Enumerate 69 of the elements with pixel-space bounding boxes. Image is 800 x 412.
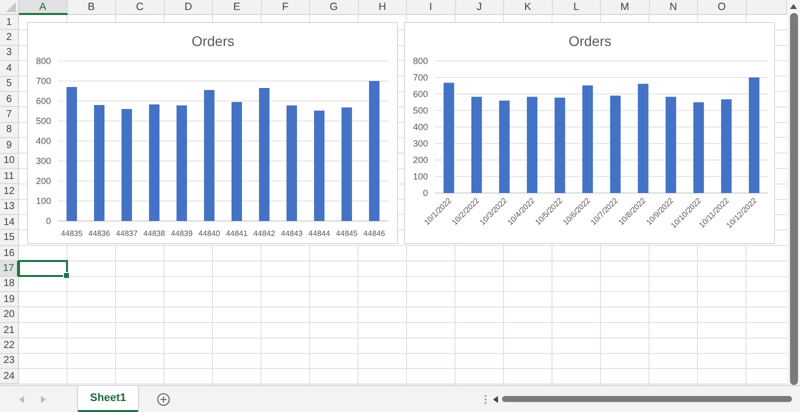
axis-tick-label: 500: [412, 106, 428, 116]
row-header[interactable]: 14: [0, 215, 19, 230]
row-header[interactable]: 19: [0, 292, 19, 308]
row-header[interactable]: 21: [0, 322, 19, 338]
axis-tick-label: 700: [36, 76, 51, 86]
row-header[interactable]: 15: [0, 230, 19, 246]
axis-tick-label: 0: [46, 216, 51, 226]
column-header[interactable]: D: [164, 0, 213, 15]
row-header[interactable]: 8: [0, 122, 19, 138]
column-header[interactable]: G: [310, 0, 358, 15]
column-header[interactable]: B: [68, 0, 116, 15]
row-header[interactable]: 7: [0, 107, 19, 123]
axis-tick-label: 800: [412, 56, 428, 66]
row-header[interactable]: 1: [0, 15, 19, 30]
chart-title: Orders: [568, 33, 612, 49]
axis-tick-label: 0: [422, 188, 428, 198]
row-header[interactable]: 9: [0, 138, 19, 154]
axis-tick-label: 600: [412, 89, 428, 99]
axis-tick-label: 200: [36, 176, 51, 186]
row-header[interactable]: 13: [0, 200, 19, 216]
axis-tick-label: 300: [412, 138, 428, 148]
row-header[interactable]: 18: [0, 276, 19, 292]
column-header[interactable]: A: [19, 0, 68, 15]
row-header[interactable]: 24: [0, 368, 19, 384]
row-header[interactable]: 17: [0, 261, 19, 277]
previous-sheet-icon[interactable]: [19, 396, 24, 402]
column-header[interactable]: F: [262, 0, 310, 15]
next-sheet-icon[interactable]: [41, 396, 46, 402]
column-header[interactable]: L: [552, 0, 601, 15]
selected-cell[interactable]: [18, 260, 68, 277]
row-header[interactable]: 6: [0, 92, 19, 108]
column-header[interactable]: N: [650, 0, 698, 15]
row-header[interactable]: 16: [0, 246, 19, 262]
axis-tick-label: 100: [412, 172, 428, 182]
scroll-left-icon[interactable]: [493, 396, 498, 402]
vertical-scrollbar-thumb[interactable]: [790, 13, 798, 385]
column-header[interactable]: H: [358, 0, 407, 15]
column-header[interactable]: E: [213, 0, 262, 15]
row-header[interactable]: 10: [0, 154, 19, 169]
row-header[interactable]: 20: [0, 307, 19, 323]
row-header[interactable]: 12: [0, 184, 19, 200]
column-header[interactable]: K: [504, 0, 552, 15]
axis-tick-label: 400: [36, 136, 51, 146]
axis-tick-label: 300: [36, 156, 51, 166]
column-header[interactable]: O: [698, 0, 746, 15]
row-header[interactable]: 5: [0, 76, 19, 92]
axis-tick-label: 600: [36, 96, 51, 106]
axis-tick-label: 700: [412, 72, 428, 82]
axis-tick-label: 100: [36, 196, 51, 206]
row-header[interactable]: 22: [0, 338, 19, 354]
column-header[interactable]: C: [116, 0, 164, 15]
column-header[interactable]: J: [456, 0, 504, 15]
more-icon[interactable]: [484, 394, 487, 404]
axis-tick-label: 800: [36, 56, 51, 66]
axis-tick-label: 200: [412, 155, 428, 165]
axis-tick-label: 400: [412, 122, 428, 132]
column-header[interactable]: I: [407, 0, 456, 15]
horizontal-scrollbar-thumb[interactable]: [502, 396, 792, 402]
scroll-up-icon[interactable]: [790, 4, 797, 9]
row-header[interactable]: 4: [0, 61, 19, 77]
chart-title: Orders: [192, 33, 234, 49]
row-header[interactable]: 2: [0, 30, 19, 46]
sheet-tab[interactable]: Sheet1: [78, 386, 138, 412]
row-header[interactable]: 3: [0, 46, 19, 62]
add-sheet-icon[interactable]: [157, 392, 170, 406]
row-header[interactable]: 11: [0, 168, 19, 184]
column-header[interactable]: M: [601, 0, 650, 15]
axis-tick-label: 500: [36, 116, 51, 126]
row-header[interactable]: 23: [0, 354, 19, 369]
